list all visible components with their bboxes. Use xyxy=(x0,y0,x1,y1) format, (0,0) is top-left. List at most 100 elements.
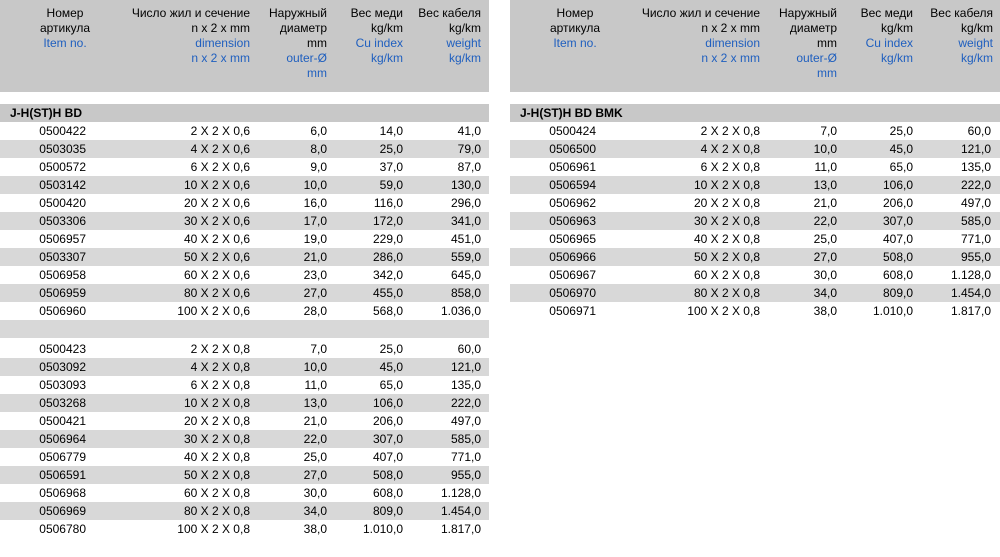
header-item-no-ru: Номер артикула xyxy=(39,6,91,35)
cell-dimension: 2 X 2 X 0,8 xyxy=(700,124,760,138)
header-weight-en: weight kg/km xyxy=(446,36,481,65)
cell-item-no: 0506970 xyxy=(549,286,596,300)
cell-dimension: 40 X 2 X 0,8 xyxy=(693,232,760,246)
cell-weight: 645,0 xyxy=(450,268,481,282)
cell-item-no: 0500421 xyxy=(39,414,86,428)
cell-outer-diameter: 22,0 xyxy=(303,432,327,446)
header-cu-index-en: Cu index kg/km xyxy=(865,36,913,65)
table-row: 0500421 20 X 2 X 0,8 21,0 206,0 497,0 xyxy=(0,412,489,430)
table-row: 0506964 30 X 2 X 0,8 22,0 307,0 585,0 xyxy=(0,430,489,448)
cell-cu-index: 45,0 xyxy=(889,142,913,156)
cell-weight: 559,0 xyxy=(450,250,481,264)
section-title: J-H(ST)H BD xyxy=(0,104,489,122)
header-dimension: Число жил и сечение n x 2 x mm dimension… xyxy=(610,6,760,66)
cell-cu-index: 25,0 xyxy=(889,124,913,138)
header-cu-index-en: Cu index kg/km xyxy=(355,36,403,65)
cell-cu-index: 65,0 xyxy=(379,378,403,392)
header-outer-diameter-en: outer-Ø mm xyxy=(286,51,327,80)
cell-weight: 121,0 xyxy=(960,142,991,156)
cell-outer-diameter: 8,0 xyxy=(310,142,327,156)
header-outer-diameter-ru: Наружный диаметр mm xyxy=(779,6,837,50)
cell-dimension: 2 X 2 X 0,8 xyxy=(190,342,250,356)
cell-outer-diameter: 22,0 xyxy=(813,214,837,228)
cell-outer-diameter: 27,0 xyxy=(303,286,327,300)
cell-item-no: 0506964 xyxy=(39,432,86,446)
cell-dimension: 50 X 2 X 0,6 xyxy=(183,250,250,264)
header-weight: Вес кабеля kg/km weight kg/km xyxy=(405,6,481,66)
cell-weight: 222,0 xyxy=(450,396,481,410)
cell-outer-diameter: 21,0 xyxy=(303,250,327,264)
table-row: 0506500 4 X 2 X 0,8 10,0 45,0 121,0 xyxy=(510,140,1000,158)
cell-item-no: 0506961 xyxy=(549,160,596,174)
cell-outer-diameter: 17,0 xyxy=(303,214,327,228)
table-row: 0500423 2 X 2 X 0,8 7,0 25,0 60,0 xyxy=(0,340,489,358)
table-body: 0500423 2 X 2 X 0,8 7,0 25,0 60,0 0503092 4 X … xyxy=(0,340,489,538)
cell-weight: 341,0 xyxy=(450,214,481,228)
cell-dimension: 40 X 2 X 0,6 xyxy=(183,232,250,246)
cell-weight: 41,0 xyxy=(457,124,481,138)
header-cu-index-ru: Вес меди kg/km xyxy=(350,6,403,35)
table-row: 0506966 50 X 2 X 0,8 27,0 508,0 955,0 xyxy=(510,248,1000,266)
cell-outer-diameter: 25,0 xyxy=(813,232,837,246)
cell-outer-diameter: 30,0 xyxy=(813,268,837,282)
cell-weight: 130,0 xyxy=(450,178,481,192)
table-row: 0506960 100 X 2 X 0,6 28,0 568,0 1.036,0 xyxy=(0,302,489,320)
cell-cu-index: 14,0 xyxy=(379,124,403,138)
cell-weight: 135,0 xyxy=(960,160,991,174)
cell-item-no: 0506958 xyxy=(39,268,86,282)
cell-item-no: 0506965 xyxy=(549,232,596,246)
cell-outer-diameter: 30,0 xyxy=(303,486,327,500)
cell-weight: 296,0 xyxy=(450,196,481,210)
table-row: 0503093 6 X 2 X 0,8 11,0 65,0 135,0 xyxy=(0,376,489,394)
cell-item-no: 0503306 xyxy=(39,214,86,228)
cell-outer-diameter: 9,0 xyxy=(310,160,327,174)
cell-weight: 60,0 xyxy=(967,124,991,138)
cell-item-no: 0503093 xyxy=(39,378,86,392)
cell-cu-index: 172,0 xyxy=(372,214,403,228)
cell-weight: 121,0 xyxy=(450,360,481,374)
header-dimension-en: dimension n x 2 x mm xyxy=(701,36,760,65)
cell-outer-diameter: 27,0 xyxy=(813,250,837,264)
cell-cu-index: 508,0 xyxy=(372,468,403,482)
cell-cu-index: 106,0 xyxy=(882,178,913,192)
cell-dimension: 4 X 2 X 0,8 xyxy=(700,142,760,156)
table-row: 0500572 6 X 2 X 0,6 9,0 37,0 87,0 xyxy=(0,158,489,176)
cell-cu-index: 65,0 xyxy=(889,160,913,174)
header-item-no: Номер артикула Item no. xyxy=(30,6,100,51)
cell-dimension: 50 X 2 X 0,8 xyxy=(183,468,250,482)
section-title: J-H(ST)H BD BMK xyxy=(510,104,1000,122)
cell-dimension: 6 X 2 X 0,6 xyxy=(190,160,250,174)
cell-item-no: 0506780 xyxy=(39,522,86,536)
table-row: 0506971 100 X 2 X 0,8 38,0 1.010,0 1.817,0 xyxy=(510,302,1000,320)
cell-cu-index: 307,0 xyxy=(372,432,403,446)
cell-outer-diameter: 16,0 xyxy=(303,196,327,210)
cell-dimension: 30 X 2 X 0,8 xyxy=(693,214,760,228)
cell-item-no: 0500420 xyxy=(39,196,86,210)
cell-cu-index: 407,0 xyxy=(882,232,913,246)
cell-weight: 60,0 xyxy=(457,342,481,356)
right-table: Номер артикула Item no. Число жил и сече… xyxy=(510,0,1000,320)
header-dimension-ru: Число жил и сечение n x 2 x mm xyxy=(131,6,250,35)
header-outer-diameter-ru: Наружный диаметр mm xyxy=(269,6,327,50)
cell-dimension: 100 X 2 X 0,8 xyxy=(687,304,760,318)
cell-weight: 955,0 xyxy=(450,468,481,482)
cell-weight: 87,0 xyxy=(457,160,481,174)
cell-dimension: 4 X 2 X 0,8 xyxy=(190,360,250,374)
cell-item-no: 0506971 xyxy=(549,304,596,318)
cell-item-no: 0506500 xyxy=(549,142,596,156)
table-row: 0500424 2 X 2 X 0,8 7,0 25,0 60,0 xyxy=(510,122,1000,140)
cell-outer-diameter: 21,0 xyxy=(303,414,327,428)
table-row: 0503142 10 X 2 X 0,6 10,0 59,0 130,0 xyxy=(0,176,489,194)
cell-dimension: 6 X 2 X 0,8 xyxy=(700,160,760,174)
cell-outer-diameter: 13,0 xyxy=(303,396,327,410)
table-row: 0503306 30 X 2 X 0,6 17,0 172,0 341,0 xyxy=(0,212,489,230)
cell-dimension: 100 X 2 X 0,6 xyxy=(177,304,250,318)
cell-weight: 451,0 xyxy=(450,232,481,246)
header-dimension-en: dimension n x 2 x mm xyxy=(191,36,250,65)
table-row: 0506594 10 X 2 X 0,8 13,0 106,0 222,0 xyxy=(510,176,1000,194)
cell-outer-diameter: 13,0 xyxy=(813,178,837,192)
cell-weight: 222,0 xyxy=(960,178,991,192)
table-row: 0503035 4 X 2 X 0,6 8,0 25,0 79,0 xyxy=(0,140,489,158)
table-row: 0503092 4 X 2 X 0,8 10,0 45,0 121,0 xyxy=(0,358,489,376)
header-outer-diameter-en: outer-Ø mm xyxy=(796,51,837,80)
